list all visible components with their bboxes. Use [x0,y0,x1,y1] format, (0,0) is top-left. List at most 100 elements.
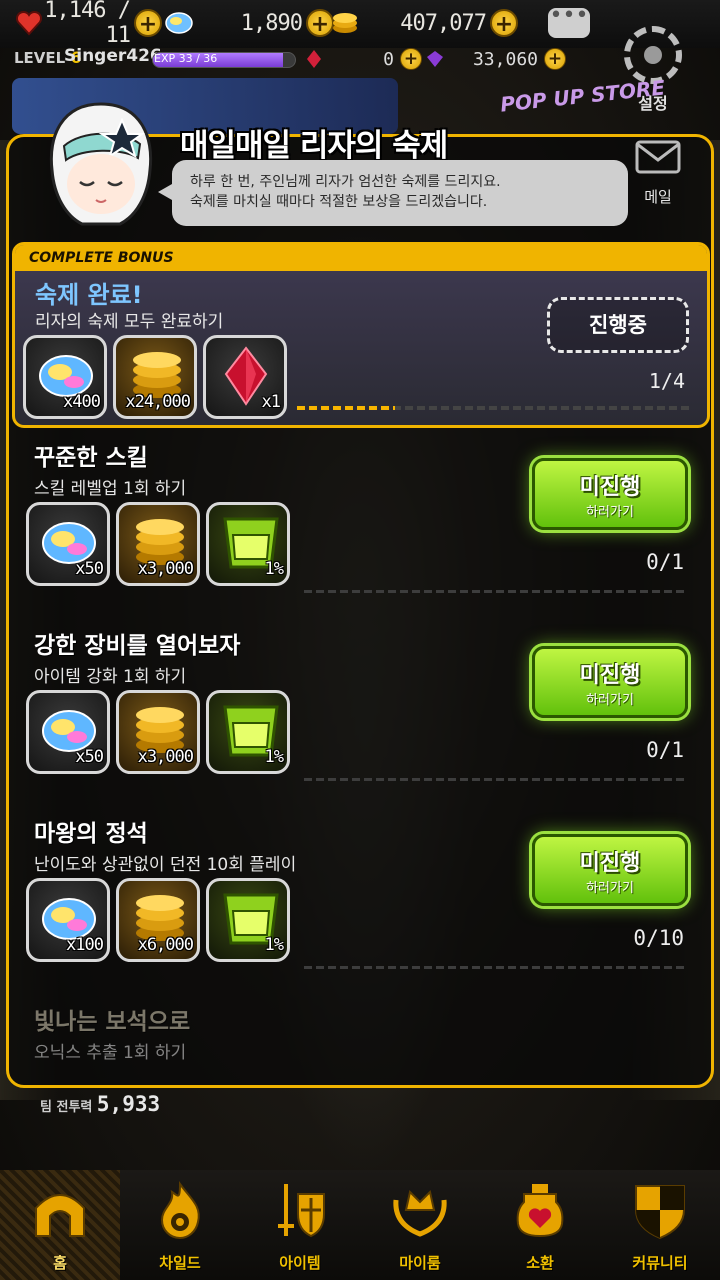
mission-progress-track [304,590,688,593]
gear-icon [624,26,682,84]
team-power: 팀 전투력 5,933 [40,1092,160,1116]
go-mission-button[interactable]: 미진행 하러가기 [532,834,688,906]
mission-progress-track [304,966,688,969]
in-progress-button[interactable]: 진행중 [547,297,689,353]
sword-shield-icon [278,1184,325,1238]
add-hearts-button[interactable]: + [134,9,162,37]
red-crystal-icon [307,50,321,68]
red-crystal-resource: 0 + [306,46,422,72]
checkered-shield-icon [635,1185,685,1240]
reward-gold-coins[interactable]: x6,000 [116,878,200,962]
reward-qty: x1 [261,392,282,412]
complete-bonus-title: 숙제 완료! [35,281,143,309]
go-button-status: 미진행 [579,663,641,688]
nav-home[interactable]: 홈 [0,1170,120,1280]
player-nickname: Singer426 [64,46,162,66]
mission-card: 강한 장비를 열어보자 아이템 강화 1회 하기 x50 x3,000 1% 미… [14,626,704,806]
team-power-label: 팀 전투력 [40,1100,93,1115]
mission-subtitle: 스킬 레벨업 1회 하기 [34,479,187,499]
reward-qty: x24,000 [125,392,191,412]
exp-text: EXP 33 / 36 [154,52,218,65]
mail-icon [635,140,681,174]
mission-title: 빛나는 보석으로 [34,1009,191,1035]
gold-resource: 407,077 + [330,6,518,40]
reward-qty: 1% [264,747,285,767]
reward-qty: x6,000 [137,935,194,955]
reward-qty: x100 [66,935,104,955]
heart-icon [14,8,44,38]
chat-bubble-icon[interactable]: ••• [548,5,590,38]
complete-bonus-subtitle: 리자의 숙제 모두 완료하기 [35,312,224,332]
go-button-action: 하러가기 [586,693,634,708]
nav-label: 소환 [526,1254,554,1272]
complete-bonus-rewards: x400 x24,000 x1 [23,335,287,419]
nav-label: 차일드 [159,1254,201,1272]
nav-community[interactable]: 커뮤니티 [600,1170,720,1280]
add-red-crystal-button[interactable]: + [400,48,422,70]
mission-progress-track [304,778,688,781]
mission-subtitle: 아이템 강화 1회 하기 [34,667,187,687]
hearts-value: 1,146 / 11 [44,0,131,48]
reward-user-exp[interactable]: 1% [206,502,290,586]
flame-icon [160,1180,200,1240]
add-gold-button[interactable]: + [490,9,518,37]
reward-rainbow-gem[interactable]: x50 [26,502,110,586]
nav-label: 홈 [53,1254,67,1272]
gold-coins-icon [330,8,360,38]
team-power-value: 5,933 [96,1092,161,1116]
go-button-status: 미진행 [579,851,641,876]
gold-value: 407,077 [400,10,487,36]
home-arch-icon [35,1194,85,1237]
gems-value: 1,890 [240,10,303,36]
nav-myroom[interactable]: 마이룸 [360,1170,480,1280]
reward-qty: 1% [264,559,285,579]
reward-user-exp[interactable]: 1% [206,878,290,962]
reward-gold-coins[interactable]: x3,000 [116,690,200,774]
player-level-bar: LEVEL 6 Singer426 EXP 33 / 36 0 + 33,060… [0,46,600,74]
reward-qty: x3,000 [137,747,194,767]
red-crystal-value: 0 [383,48,394,70]
mission-subtitle: 오닉스 추출 1회 하기 [34,1043,187,1063]
add-purple-crystal-button[interactable]: + [544,48,566,70]
reward-rainbow-gem[interactable]: x50 [26,690,110,774]
panel-title: 매일매일 리자의 숙제 [180,128,448,164]
go-mission-button[interactable]: 미진행 하러가기 [532,646,688,718]
mission-count: 0/10 [633,926,684,950]
reward-rainbow-gem[interactable]: x400 [23,335,107,419]
reward-qty: x50 [75,747,104,767]
reward-gold-coins[interactable]: x3,000 [116,502,200,586]
mission-count: 0/1 [646,738,684,762]
mission-title: 마왕의 정석 [34,821,148,847]
reward-qty: x3,000 [137,559,194,579]
nav-label: 마이룸 [399,1254,441,1272]
nav-summon[interactable]: 소환 [480,1170,600,1280]
mail-button[interactable]: 메일 [632,140,684,207]
reward-qty: x400 [63,392,101,412]
complete-bonus-progress-fill [297,406,395,410]
complete-bonus-tag: COMPLETE BONUS [15,245,707,271]
mission-title: 강한 장비를 열어보자 [34,633,241,659]
go-button-action: 하러가기 [586,505,634,520]
nav-child[interactable]: 차일드 [120,1170,240,1280]
liza-speech-bubble: 하루 한 번, 주인님께 리자가 엄선한 숙제를 드리지요. 숙제를 마치실 때… [158,160,628,226]
reward-rainbow-gem[interactable]: x100 [26,878,110,962]
reward-red-crystal[interactable]: x1 [203,335,287,419]
go-button-action: 하러가기 [586,881,634,896]
complete-bonus-progress-track [297,406,689,410]
potion-heart-icon [516,1184,564,1238]
rainbow-gem-icon [164,8,194,38]
reward-qty: 1% [264,935,285,955]
reward-gold-coins[interactable]: x24,000 [113,335,197,419]
complete-bonus-count: 1/4 [648,369,685,393]
nav-label: 커뮤니티 [632,1254,688,1272]
mission-rewards: x50 x3,000 1% [26,690,290,774]
gems-resource: 1,890 + [164,6,334,40]
liza-avatar [42,100,160,228]
purple-crystal-resource: 33,060 + [426,46,566,72]
go-button-status: 미진행 [579,475,641,500]
purple-crystal-icon [427,51,443,67]
hearts-resource: 1,146 / 11 + [14,0,162,48]
nav-item[interactable]: 아이템 [240,1170,360,1280]
reward-user-exp[interactable]: 1% [206,690,290,774]
go-mission-button[interactable]: 미진행 하러가기 [532,458,688,530]
